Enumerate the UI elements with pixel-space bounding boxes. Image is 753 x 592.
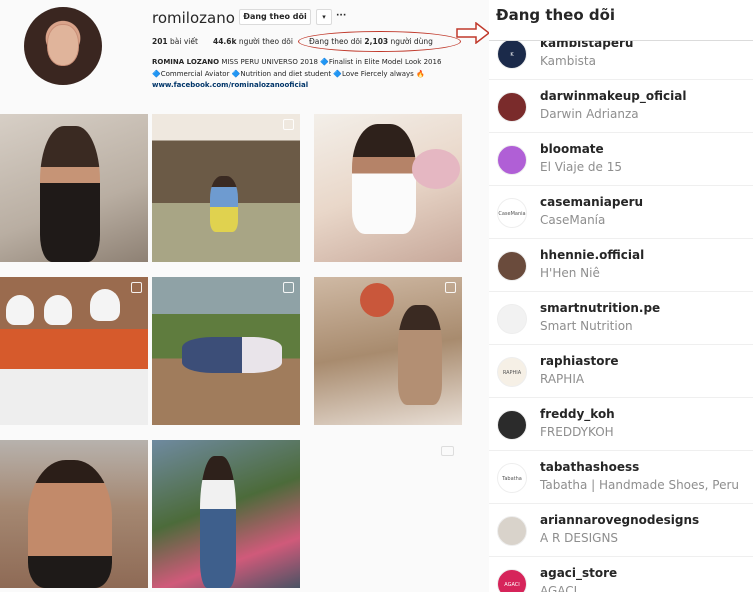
list-item-username[interactable]: hhennie.official [540,248,644,262]
following-list-item[interactable]: RAPHIA raphiastore RAPHIA [489,345,753,398]
posts-label: bài viết [170,37,198,46]
avatar[interactable] [497,516,527,546]
posts-count: 201 [152,37,168,46]
avatar[interactable] [497,410,527,440]
profile-username: romilozano [152,9,235,27]
post-tile[interactable] [0,114,148,262]
avatar[interactable]: RAPHIA [497,357,527,387]
post-tile[interactable] [0,277,148,425]
arrow-annotation-icon [456,22,490,44]
list-item-username[interactable]: tabathashoess [540,460,639,474]
list-item-fullname: AGACI [540,584,578,592]
post-tile[interactable] [152,114,300,262]
video-icon [441,446,454,456]
following-list-item[interactable]: Tabatha tabathashoess Tabatha | Handmade S… [489,451,753,504]
following-list-item[interactable]: freddy_koh FREDDYKOH [489,398,753,451]
bio-name: ROMINA LOZANO [152,58,220,66]
post-tile[interactable] [152,440,300,588]
following-list-item[interactable]: hhennie.official H'Hen Niê [489,239,753,292]
list-item-fullname: RAPHIA [540,372,585,386]
carousel-icon [283,119,294,130]
list-item-fullname: FREDDYKOH [540,425,614,439]
following-list-item[interactable]: darwinmakeup_oficial Darwin Adrianza [489,80,753,133]
carousel-icon [131,282,142,293]
post-tile[interactable] [152,277,300,425]
list-item-username[interactable]: bloomate [540,142,604,156]
avatar[interactable]: AGACI [497,569,527,592]
carousel-icon [445,282,456,293]
profile-bio: ROMINA LOZANO MISS PERU UNIVERSO 2018 🔷F… [152,57,462,92]
post-tile[interactable] [0,440,148,588]
following-list-item[interactable]: AGACI agaci_store AGACI [489,557,753,592]
following-button[interactable]: Đang theo dõi [239,9,311,25]
list-item-fullname: Tabatha | Handmade Shoes, Peru [540,478,740,492]
list-item-fullname: Darwin Adrianza [540,107,639,121]
panel-title: Đang theo dõi [496,6,616,24]
list-item-fullname: Kambista [540,54,596,68]
avatar[interactable]: K [497,39,527,69]
following-list-item[interactable]: CaseMania casemaniaperu CaseManía [489,186,753,239]
list-item-username[interactable]: casemaniaperu [540,195,643,209]
list-item-fullname: CaseManía [540,213,606,227]
bio-link[interactable]: www.facebook.com/rominalozanooficial [152,80,462,92]
following-panel: Kkambistaperu Kambista darwinmakeup_oficia… [489,0,753,592]
list-item-username[interactable]: smartnutrition.pe [540,301,660,315]
list-item-fullname: A R DESIGNS [540,531,619,545]
list-item-fullname: H'Hen Niê [540,266,600,280]
following-list-item[interactable]: smartnutrition.pe Smart Nutrition [489,292,753,345]
post-tile[interactable] [314,114,462,262]
highlight-oval-annotation [298,31,461,52]
bio-line-1-text: MISS PERU UNIVERSO 2018 🔷Finalist in Eli… [221,58,442,66]
followers-label: người theo dõi [238,37,293,46]
list-item-username[interactable]: darwinmakeup_oficial [540,89,686,103]
following-list-item[interactable]: ariannarovegnodesigns A R DESIGNS [489,504,753,557]
list-item-fullname: Smart Nutrition [540,319,633,333]
list-item-username[interactable]: agaci_store [540,566,617,580]
post-tile[interactable] [314,277,462,425]
profile-avatar[interactable] [24,7,102,85]
bio-line-1: ROMINA LOZANO MISS PERU UNIVERSO 2018 🔷F… [152,57,462,69]
list-item-fullname: El Viaje de 15 [540,160,622,174]
list-item-username[interactable]: ariannarovegnodesigns [540,513,699,527]
posts-stat: 201 bài viết [152,37,198,46]
list-item-username[interactable]: raphiastore [540,354,619,368]
avatar[interactable] [497,145,527,175]
bio-line-2: 🔷Commercial Aviator 🔷Nutrition and diet … [152,69,425,78]
following-list-item[interactable]: bloomate El Viaje de 15 [489,133,753,186]
avatar[interactable]: Tabatha [497,463,527,493]
divider [489,40,753,41]
chevron-down-icon[interactable]: ▾ [316,9,332,25]
post-tile[interactable] [314,440,462,588]
more-options-icon[interactable]: ··· [336,9,346,23]
followers-stat[interactable]: 44.6k người theo dõi [213,37,293,46]
followers-count: 44.6k [213,37,237,46]
list-item-username[interactable]: freddy_koh [540,407,615,421]
screenshot: romilozano Đang theo dõi ▾ ··· 201 bài v… [0,0,753,592]
avatar[interactable] [497,92,527,122]
avatar[interactable]: CaseMania [497,198,527,228]
carousel-icon [283,282,294,293]
avatar[interactable] [497,304,527,334]
avatar[interactable] [497,251,527,281]
